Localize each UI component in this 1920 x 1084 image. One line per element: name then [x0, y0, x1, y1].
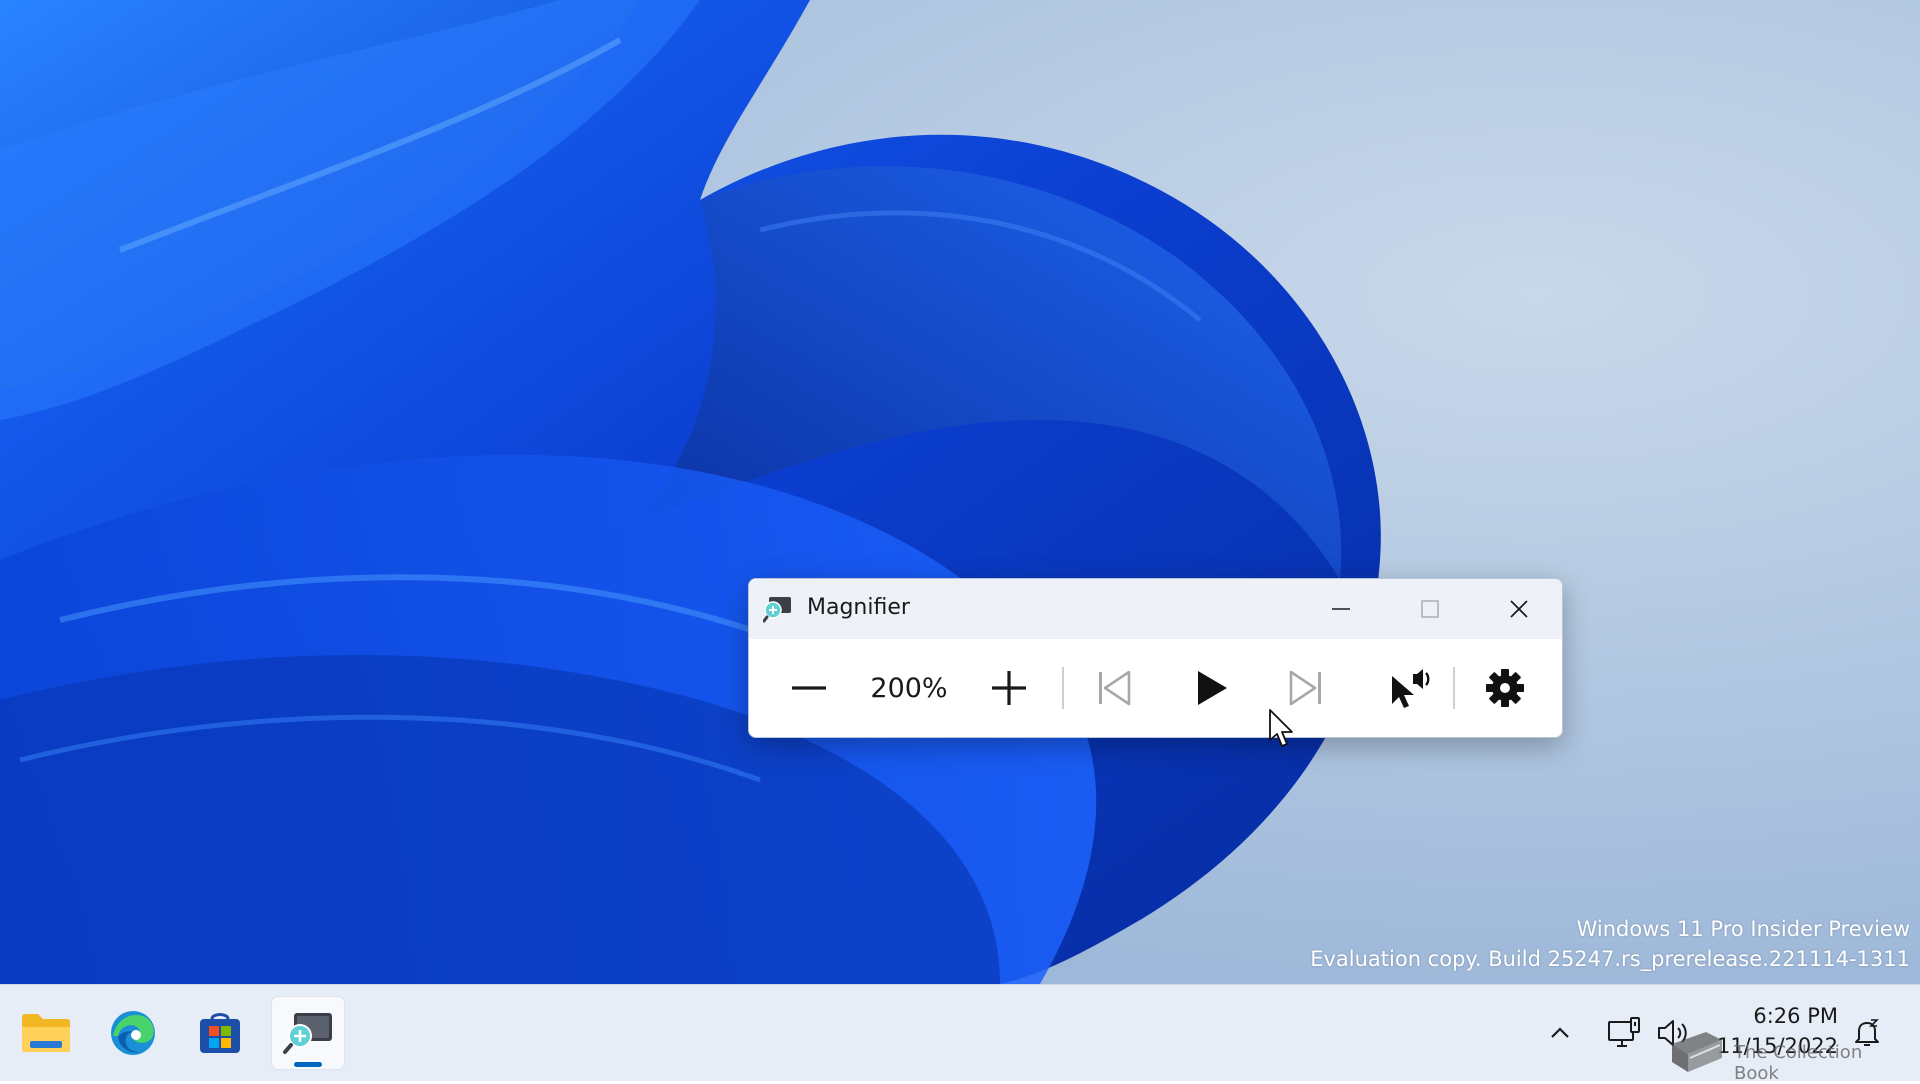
- windows-watermark: Windows 11 Pro Insider Preview Evaluatio…: [1310, 914, 1910, 974]
- edge-icon: [111, 1011, 155, 1055]
- close-button[interactable]: [1476, 579, 1562, 639]
- network-status[interactable]: [1602, 1005, 1646, 1061]
- mouse-cursor: [1269, 709, 1293, 747]
- magnifier-icon: [283, 1013, 332, 1054]
- skip-next-icon: [1289, 670, 1321, 706]
- title-bar[interactable]: Magnifier: [749, 579, 1562, 639]
- minimize-icon: [1332, 608, 1350, 610]
- skip-previous-icon: [1099, 670, 1131, 706]
- zoom-level: 200%: [870, 672, 948, 704]
- gear-icon: [1486, 669, 1524, 707]
- watermark-build: Evaluation copy. Build 25247.rs_prerelea…: [1310, 947, 1910, 971]
- network-icon: [1608, 1017, 1640, 1047]
- folder-icon: [22, 1014, 70, 1052]
- store-icon: [200, 1013, 240, 1053]
- window-title: Magnifier: [807, 595, 910, 620]
- taskbar-file-explorer[interactable]: [10, 997, 82, 1069]
- zoom-in-button[interactable]: [979, 659, 1039, 717]
- close-icon: [1510, 600, 1528, 618]
- previous-paragraph-button[interactable]: [1084, 659, 1144, 717]
- magnifier-window[interactable]: Magnifier 200%: [748, 578, 1563, 738]
- toolbar-separator: [1453, 667, 1455, 709]
- maximize-icon: [1421, 600, 1439, 618]
- taskbar-edge[interactable]: [97, 997, 169, 1069]
- corner-watermark: The Collection Book: [1660, 1026, 1910, 1084]
- desktop: Windows 11 Pro Insider Preview Evaluatio…: [0, 0, 1920, 984]
- maximize-button[interactable]: [1387, 579, 1473, 639]
- chevron-up-icon: [1551, 1027, 1569, 1038]
- watermark-edition: Windows 11 Pro Insider Preview: [1576, 917, 1910, 941]
- wallpaper-bloom: [0, 0, 1381, 984]
- book-logo: [1672, 1032, 1722, 1072]
- taskbar-magnifier[interactable]: [272, 997, 344, 1069]
- toolbar-separator: [1062, 667, 1064, 709]
- taskbar-store[interactable]: [184, 997, 256, 1069]
- minimize-button[interactable]: [1298, 579, 1384, 639]
- settings-button[interactable]: [1475, 659, 1535, 717]
- play-icon: [1198, 671, 1227, 705]
- minus-icon: [792, 686, 826, 690]
- play-button[interactable]: [1181, 659, 1241, 717]
- taskbar: 6:26 PM 11/15/2022: [0, 984, 1920, 1081]
- plus-icon: [992, 671, 1026, 705]
- tray-overflow-button[interactable]: [1538, 1005, 1582, 1061]
- magnifier-toolbar: 200%: [749, 639, 1562, 737]
- read-from-here-button[interactable]: [1379, 659, 1439, 717]
- zoom-out-button[interactable]: [779, 659, 839, 717]
- corner-watermark-text: The Collection Book: [1734, 1042, 1863, 1084]
- read-from-here-icon: [1392, 669, 1430, 708]
- running-indicator: [294, 1062, 322, 1067]
- magnifier-app-icon: [763, 597, 791, 623]
